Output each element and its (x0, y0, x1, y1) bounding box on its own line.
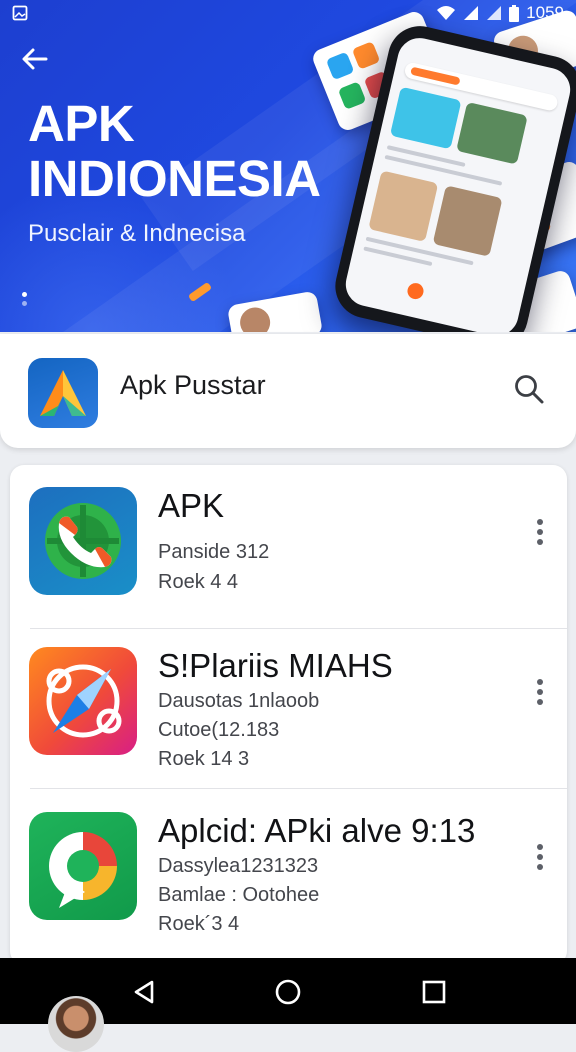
image-icon (12, 5, 28, 21)
compass-app-icon (29, 647, 137, 755)
apk-pusstar-logo-icon (28, 358, 98, 428)
app-meta-line: Roek 14 3 (158, 748, 250, 770)
signal-icon (464, 6, 479, 20)
app-meta-line: Dausotas 1nlaoob (158, 690, 320, 712)
page-indicator (22, 292, 27, 306)
search-card: Apk Pusstar (0, 334, 576, 448)
app-meta-line: Roek 4 4 (158, 571, 239, 593)
battery-icon (509, 4, 520, 22)
app-name: Aplcid: APki alve 9:13 (158, 812, 476, 849)
avatar (48, 996, 104, 1052)
app-list: APK Panside 312 Roek 4 4 S!Plariis MIAHS… (10, 465, 567, 965)
app-meta: Dausotas 1nlaoob Cutoe(12.183 Roek 14 3 (158, 687, 319, 774)
search-icon[interactable] (510, 370, 548, 408)
status-icons: 1059 (436, 3, 564, 23)
app-meta-line: Dassylea1231323 (158, 855, 319, 877)
more-options-icon[interactable] (529, 515, 551, 549)
app-meta-line: Cutoe(12.183 (158, 719, 280, 741)
list-item[interactable]: APK Panside 312 Roek 4 4 (10, 465, 567, 629)
hero-banner: APK INDIONESIA Pusclair & Indnecisa (0, 0, 576, 332)
more-options-icon[interactable] (529, 840, 551, 874)
app-name: S!Plariis MIAHS (158, 647, 393, 684)
list-item[interactable]: S!Plariis MIAHS Dausotas 1nlaoob Cutoe(1… (10, 625, 567, 789)
app-meta: Panside 312 Roek 4 4 (158, 537, 269, 597)
app-meta-line: Roek´3 4 (158, 913, 240, 935)
hero-title: APK INDIONESIA (28, 95, 321, 207)
hero-subtitle: Pusclair & Indnecisa (28, 220, 246, 247)
nav-back-icon[interactable] (124, 972, 164, 1012)
app-meta-line: Panside 312 (158, 541, 270, 563)
app-name: APK (158, 487, 225, 524)
search-card-title: Apk Pusstar (120, 370, 266, 400)
chrome-app-icon (29, 812, 137, 920)
more-options-icon[interactable] (529, 675, 551, 709)
signal-icon (487, 6, 502, 20)
app-meta-line: Bamlae : Ootohee (158, 884, 320, 906)
app-meta: Dassylea1231323 Bamlae : Ootohee Roek´3 … (158, 852, 319, 939)
nav-recents-icon[interactable] (414, 972, 454, 1012)
status-time: 1059 (526, 3, 564, 22)
back-arrow-icon[interactable] (18, 42, 52, 76)
wifi-icon (437, 6, 456, 20)
divider (30, 788, 567, 789)
list-item[interactable]: Aplcid: APki alve 9:13 Dassylea1231323 B… (10, 790, 567, 954)
status-bar: 1059 (0, 0, 576, 26)
nav-home-icon[interactable] (268, 972, 308, 1012)
phone-app-icon (29, 487, 137, 595)
